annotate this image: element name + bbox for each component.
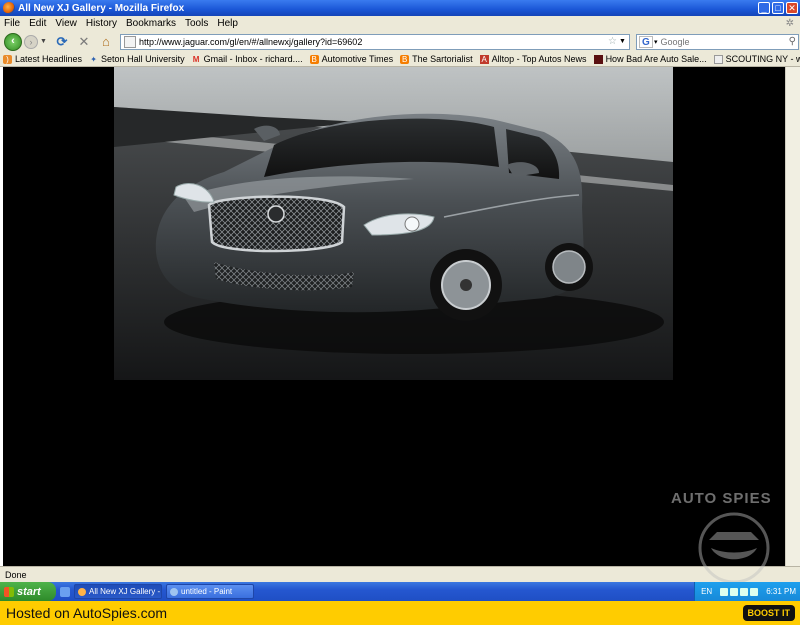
bookmark-auto-sales[interactable]: How Bad Are Auto Sale... [593, 54, 707, 64]
bookmark-label: SCOUTING NY - www.s... [725, 54, 800, 64]
clock: 6:31 PM [766, 587, 796, 596]
car-photo[interactable] [114, 67, 673, 380]
paint-task-icon [170, 587, 178, 596]
gmail-icon: M [192, 54, 200, 64]
menu-bar: File Edit View History Bookmarks Tools H… [0, 16, 800, 31]
bookmark-label: Gmail - Inbox - richard.... [203, 54, 303, 64]
bookmark-automotive-times[interactable]: B Automotive Times [309, 54, 394, 64]
start-label: start [17, 585, 41, 598]
alltop-icon: A [479, 54, 489, 64]
address-bar[interactable]: http://www.jaguar.com/gl/en/#/allnewxj/g… [119, 33, 630, 50]
stop-icon[interactable]: ✕ [76, 34, 92, 50]
url-text[interactable]: http://www.jaguar.com/gl/en/#/allnewxj/g… [139, 37, 608, 47]
firefox-icon [3, 2, 15, 14]
bookmark-label: The Sartorialist [412, 54, 473, 64]
blogger-icon: B [309, 54, 319, 64]
back-button[interactable]: ‹ [4, 32, 22, 51]
close-button[interactable]: ✕ [786, 2, 798, 14]
jaguar-xj-image [114, 67, 673, 380]
menu-bookmarks[interactable]: Bookmarks [126, 18, 176, 29]
task-paint[interactable]: untitled - Paint [166, 584, 254, 599]
task-firefox[interactable]: All New XJ Gallery - M... [74, 584, 162, 599]
bookmark-star-icon[interactable]: ☆ [608, 36, 617, 47]
status-text: Done [5, 569, 27, 580]
menu-history[interactable]: History [86, 18, 117, 29]
bookmark-seton-hall[interactable]: ✦ Seton Hall University [89, 54, 185, 64]
system-tray: EN 6:31 PM [694, 582, 800, 601]
bookmark-label: Automotive Times [321, 54, 394, 64]
star-icon: ✦ [90, 54, 97, 64]
maximize-button[interactable]: □ [772, 2, 784, 14]
search-engine-dropdown-icon[interactable]: ▾ [654, 38, 658, 46]
google-icon[interactable]: G [638, 35, 653, 48]
windows-flag-icon [4, 586, 14, 597]
windows-taskbar: start All New XJ Gallery - M... untitled… [0, 582, 800, 601]
status-bar: Done [0, 566, 800, 582]
menu-help[interactable]: Help [217, 18, 238, 29]
task-label: All New XJ Gallery - M... [89, 587, 161, 596]
bookmark-alltop[interactable]: A Alltop - Top Autos News [479, 54, 587, 64]
history-dropdown-icon[interactable]: ▼ [40, 38, 47, 45]
bookmark-label: How Bad Are Auto Sale... [605, 54, 707, 64]
bookmark-latest-headlines[interactable]: ) Latest Headlines [3, 54, 82, 64]
search-icon[interactable]: ⚲ [789, 36, 796, 47]
url-dropdown-icon[interactable]: ▼ [619, 38, 626, 45]
window-titlebar[interactable]: All New XJ Gallery - Mozilla Firefox _ □… [0, 0, 800, 16]
hosted-on-text[interactable]: Hosted on AutoSpies.com [6, 605, 167, 621]
quick-launch-icon[interactable] [60, 586, 70, 597]
language-indicator[interactable]: EN [701, 587, 712, 596]
menu-file[interactable]: File [4, 18, 20, 29]
update-icon[interactable] [750, 587, 759, 596]
bookmark-scouting-ny[interactable]: SCOUTING NY - www.s... [713, 54, 800, 64]
search-box[interactable]: G ▾ ⚲ [635, 33, 799, 50]
page-icon [713, 54, 723, 64]
autospies-banner: Hosted on AutoSpies.com BOOST IT [0, 601, 800, 625]
boost-it-button[interactable]: BOOST IT [742, 605, 795, 621]
bookmark-gmail[interactable]: M Gmail - Inbox - richard.... [192, 54, 303, 64]
menu-view[interactable]: View [55, 18, 77, 29]
task-label: untitled - Paint [181, 587, 233, 596]
page-content [3, 67, 785, 566]
navigation-toolbar: ‹ › ▼ ⟳ ✕ ⌂ http://www.jaguar.com/gl/en/… [0, 31, 800, 52]
rss-icon: ) [3, 54, 12, 64]
bookmarks-toolbar: ) Latest Headlines ✦ Seton Hall Universi… [0, 52, 800, 67]
menu-tools[interactable]: Tools [185, 18, 208, 29]
search-input[interactable] [660, 36, 781, 47]
reload-icon[interactable]: ⟳ [54, 34, 70, 50]
forward-button[interactable]: › [24, 34, 38, 49]
firefox-task-icon [78, 587, 86, 596]
bookmark-label: Alltop - Top Autos News [491, 54, 587, 64]
bookmark-sartorialist[interactable]: B The Sartorialist [400, 54, 473, 64]
minimize-button[interactable]: _ [758, 2, 770, 14]
menu-edit[interactable]: Edit [29, 18, 46, 29]
network-icon[interactable] [720, 587, 729, 596]
throbber-icon: ✲ [785, 18, 794, 29]
antivirus-icon[interactable] [740, 587, 749, 596]
volume-icon[interactable] [730, 587, 739, 596]
start-button[interactable]: start [0, 582, 56, 601]
site-icon [593, 54, 603, 64]
bookmark-label: Latest Headlines [15, 54, 83, 64]
blogger-icon: B [400, 54, 410, 64]
home-icon[interactable]: ⌂ [98, 34, 114, 50]
vertical-scrollbar[interactable] [785, 67, 800, 566]
bookmark-label: Seton Hall University [101, 54, 185, 64]
window-title: All New XJ Gallery - Mozilla Firefox [18, 2, 185, 14]
page-icon [123, 35, 136, 48]
